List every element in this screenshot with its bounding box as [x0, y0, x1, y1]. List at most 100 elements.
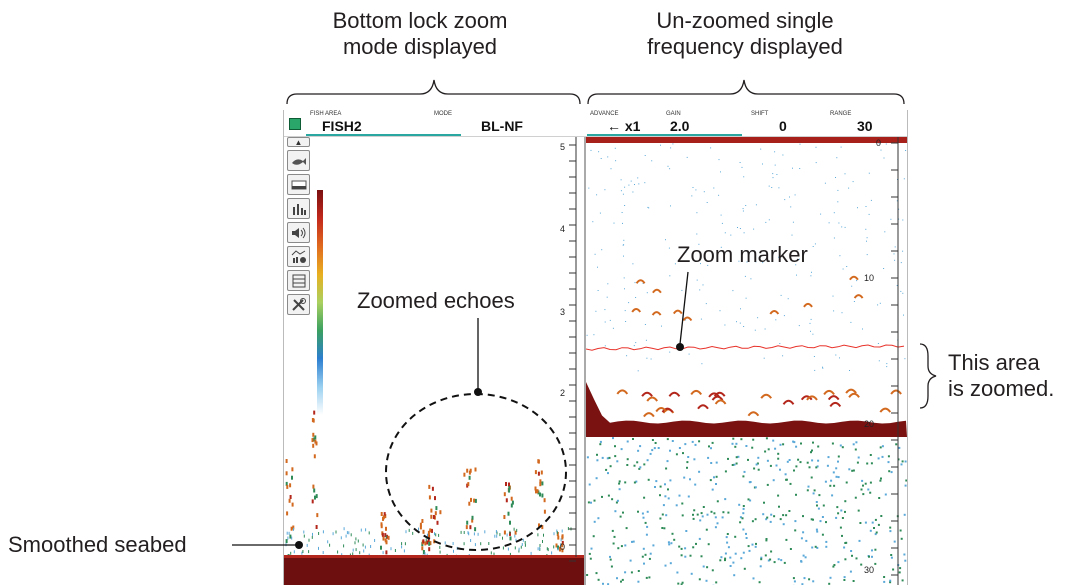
bottom-noise [852, 443, 855, 446]
bottom-noise [777, 558, 780, 561]
bottom-noise [815, 528, 818, 531]
noise-speck [822, 367, 824, 369]
zoomed-echo-mark [471, 515, 474, 520]
noise-speck [703, 191, 705, 193]
bottom-noise [772, 479, 775, 482]
near-bottom-echo [490, 551, 492, 555]
bottom-noise [898, 571, 901, 574]
tools-button[interactable] [287, 294, 310, 315]
bottom-noise [692, 546, 695, 549]
bottom-noise [596, 453, 598, 456]
bottom-noise [877, 457, 880, 460]
shift-item[interactable]: SHIFT 0 [751, 110, 821, 136]
menu-icon[interactable] [289, 118, 301, 130]
noise-speck [792, 221, 794, 223]
noise-speck [721, 222, 723, 224]
zoom-echogram: 5 4 3 2 0 [284, 137, 584, 585]
advance-item[interactable]: ADVANCE ← x1 [587, 110, 742, 136]
bottom-noise [715, 475, 718, 478]
bottom-noise [651, 449, 654, 452]
bottom-noise [757, 456, 760, 459]
bottom-noise [608, 456, 611, 459]
left-bracket [286, 79, 581, 105]
bottom-noise [873, 527, 875, 529]
near-bottom-echo [509, 530, 511, 534]
near-bottom-echo [403, 549, 405, 553]
noise-speck [644, 324, 646, 325]
bottom-noise [864, 482, 867, 485]
zoomed-echo-mark [315, 525, 318, 529]
gain-item[interactable]: GAIN 2.0 [666, 110, 736, 136]
bottom-noise [589, 557, 592, 560]
noise-speck [841, 226, 843, 228]
noise-speck [841, 312, 843, 314]
bottom-noise [785, 478, 788, 481]
bottom-button[interactable] [287, 174, 310, 195]
noise-speck [615, 160, 617, 162]
scroll-up-button[interactable]: ▲ [287, 137, 310, 147]
noise-speck [645, 339, 647, 341]
bottom-noise [901, 460, 904, 463]
near-bottom-echo [514, 546, 516, 550]
noise-speck [691, 195, 693, 197]
bottom-noise [844, 558, 847, 561]
bottom-noise [664, 495, 667, 498]
bottom-noise [614, 510, 617, 513]
bottom-noise [735, 442, 738, 445]
noise-speck [651, 160, 653, 162]
bottom-noise [735, 462, 738, 465]
mode-item[interactable]: MODE BL-NF [434, 110, 584, 136]
near-bottom-echo [363, 549, 365, 553]
noise-speck [620, 190, 622, 192]
stats-button[interactable] [287, 246, 310, 267]
bottom-noise [829, 576, 832, 579]
bottom-noise [713, 512, 716, 515]
bottom-noise [880, 515, 883, 517]
zoomed-echo-mark [534, 470, 537, 475]
bottom-noise [893, 540, 896, 543]
bottom-noise [668, 543, 671, 546]
bottom-noise [661, 527, 664, 529]
noise-speck [762, 163, 763, 165]
zoomed-echo-mark [433, 539, 436, 544]
bottom-noise [642, 547, 645, 550]
film-button[interactable] [287, 270, 310, 291]
bars-button[interactable] [287, 198, 310, 219]
bottom-noise [766, 459, 769, 462]
bottom-noise [740, 557, 743, 560]
bottom-noise [808, 466, 811, 469]
bottom-noise [601, 495, 603, 498]
near-bottom-echo [418, 527, 419, 531]
fish-button[interactable] [287, 150, 310, 171]
noise-speck [787, 298, 789, 300]
bottom-noise [646, 525, 649, 528]
bottom-noise [727, 457, 729, 460]
near-bottom-echo [352, 552, 354, 556]
noise-speck [794, 194, 796, 196]
noise-speck [782, 355, 784, 357]
noise-speck [601, 249, 603, 251]
zoomed-echo-mark [312, 443, 315, 448]
noise-speck [736, 321, 737, 323]
bottom-noise [609, 558, 612, 561]
bottom-noise [642, 516, 645, 519]
near-bottom-echo [515, 538, 517, 542]
bottom-noise [748, 549, 751, 552]
sound-button[interactable] [287, 222, 310, 243]
noise-speck [879, 302, 881, 304]
zoomed-echo-mark [431, 528, 433, 533]
bottom-noise [751, 446, 754, 449]
gain-value: 2.0 [670, 118, 690, 134]
bottom-noise [851, 469, 854, 472]
bottom-noise [803, 577, 806, 580]
bottom-noise [835, 467, 838, 470]
bottom-noise [844, 510, 846, 513]
near-bottom-echo [424, 552, 426, 556]
bottom-noise [716, 500, 719, 503]
up-arrow-icon: ▲ [294, 137, 303, 147]
noise-speck [772, 173, 774, 175]
bottom-noise [821, 516, 824, 518]
range-item[interactable]: RANGE 30 [829, 110, 904, 136]
bottom-noise [685, 530, 688, 532]
bottom-noise [812, 580, 815, 583]
